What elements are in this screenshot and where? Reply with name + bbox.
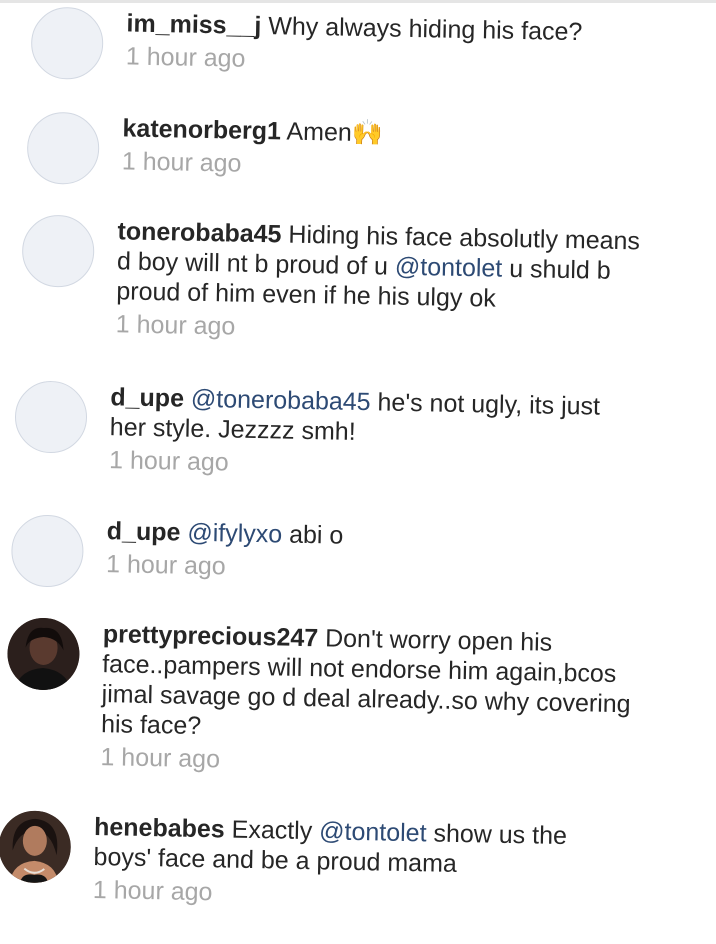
comment-message: Amen🙌 <box>280 117 384 148</box>
timestamp: 1 hour ago <box>115 310 236 341</box>
comment-item: tonerobaba45 Hiding his face absolutly m… <box>21 214 640 341</box>
avatar[interactable] <box>30 6 104 80</box>
mention-link[interactable]: @ifylyxo <box>187 519 282 549</box>
comment-body: tonerobaba45 Hiding his face absolutly m… <box>116 216 648 349</box>
comment-item: im_miss__j Why always hiding his face? 1… <box>30 6 622 80</box>
avatar-photo[interactable] <box>6 617 81 691</box>
comment-message: abi o <box>281 520 344 550</box>
comment-text: prettyprecious247 Don't worry open his f… <box>101 619 633 749</box>
comment-list: im_miss__j Why always hiding his face? 1… <box>0 0 716 944</box>
username[interactable]: d_upe <box>110 383 184 412</box>
mention-link[interactable]: @tonerobaba45 <box>191 385 371 416</box>
profile-photo-icon <box>7 617 80 691</box>
comment-item: henebabes Exactly @tontolet show us the … <box>0 810 589 906</box>
comment-body: prettyprecious247 Don't worry open his f… <box>100 619 633 782</box>
mention-link[interactable]: @tontolet <box>395 253 503 283</box>
username[interactable]: katenorberg1 <box>122 114 281 145</box>
avatar[interactable] <box>10 514 85 588</box>
timestamp: 1 hour ago <box>92 875 213 907</box>
username[interactable]: tonerobaba45 <box>117 217 281 248</box>
profile-photo-icon <box>0 810 71 884</box>
comment-text: tonerobaba45 Hiding his face absolutly m… <box>116 216 648 316</box>
comment-text: d_upe @tonerobaba45 he's not ugly, its j… <box>110 382 641 452</box>
comment-item: prettyprecious247 Don't worry open his f… <box>6 617 631 773</box>
mention-link[interactable]: @tontolet <box>319 817 427 847</box>
comments-screen: { "comments": [ { "username": "im_miss__… <box>0 0 716 930</box>
comment-body: d_upe @ifylyxo abi o 1 hour ago <box>106 516 637 589</box>
username[interactable]: henebabes <box>94 813 225 844</box>
comment-item: katenorberg1 Amen🙌 1 hour ago <box>26 111 618 185</box>
comment-text: henebabes Exactly @tontolet show us the … <box>93 812 624 882</box>
username[interactable]: d_upe <box>107 517 181 546</box>
timestamp: 1 hour ago <box>121 147 242 178</box>
timestamp: 1 hour ago <box>100 743 221 774</box>
comment-body: d_upe @tonerobaba45 he's not ugly, its j… <box>109 382 641 485</box>
avatar[interactable] <box>14 380 88 454</box>
username[interactable]: prettyprecious247 <box>103 620 319 652</box>
avatar-photo[interactable] <box>0 810 72 884</box>
comment-message: Exactly <box>224 815 320 846</box>
timestamp: 1 hour ago <box>125 42 246 73</box>
comment-item: d_upe @ifylyxo abi o 1 hour ago <box>10 514 602 588</box>
comment-body: katenorberg1 Amen🙌 1 hour ago <box>122 113 653 186</box>
timestamp: 1 hour ago <box>108 446 229 477</box>
comment-item: d_upe @tonerobaba45 he's not ugly, its j… <box>14 380 606 476</box>
comment-body: im_miss__j Why always hiding his face? 1… <box>126 8 657 81</box>
comment-message: Why always hiding his face? <box>261 12 583 47</box>
avatar[interactable] <box>21 214 95 288</box>
comment-body: henebabes Exactly @tontolet show us the … <box>93 812 625 915</box>
avatar[interactable] <box>26 111 100 185</box>
timestamp: 1 hour ago <box>105 550 226 581</box>
username[interactable]: im_miss__j <box>126 9 261 40</box>
